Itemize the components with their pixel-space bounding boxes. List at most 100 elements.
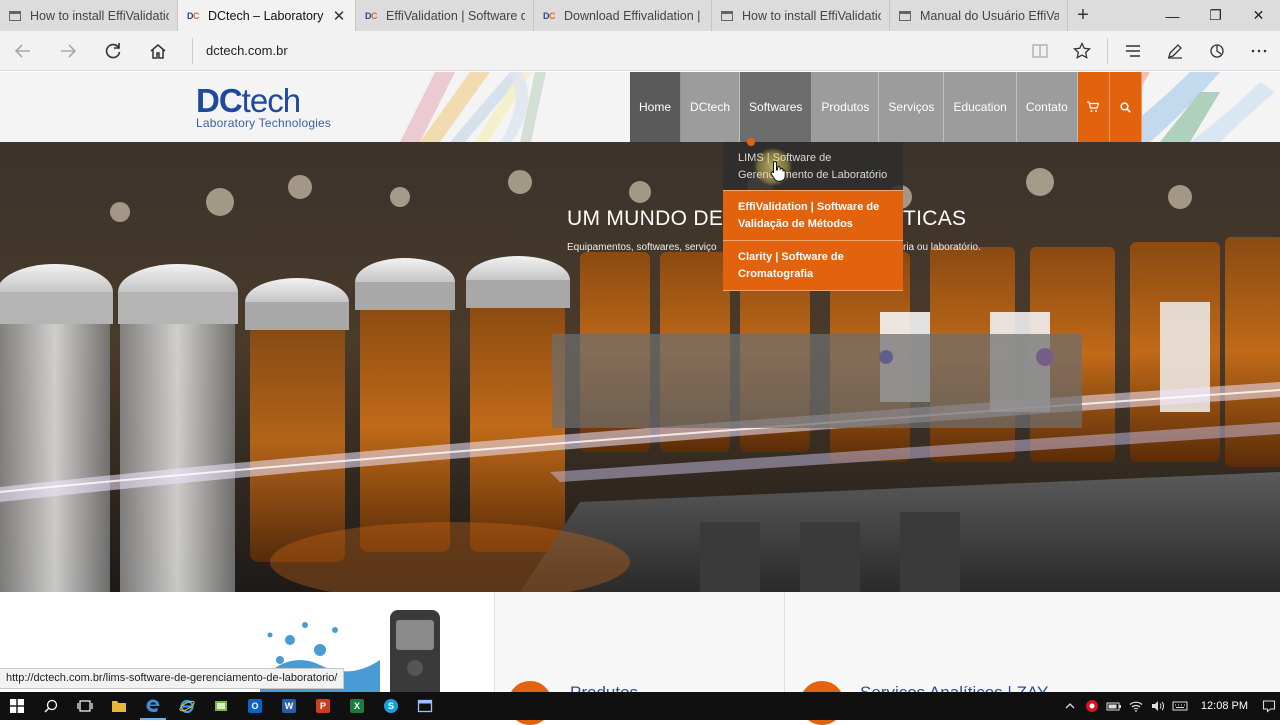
system-tray: 12:08 PM: [1059, 692, 1280, 720]
task-view-button[interactable]: [68, 692, 102, 720]
softwares-dropdown-menu: LIMS | Software de Gerenciamento de Labo…: [723, 138, 903, 291]
dctech-favicon-icon: DC: [543, 10, 556, 21]
tray-volume[interactable]: [1147, 700, 1169, 712]
taskbar-file-explorer[interactable]: [102, 692, 136, 720]
taskbar-app-window[interactable]: [408, 692, 442, 720]
tray-keyboard[interactable]: [1169, 700, 1191, 712]
taskbar-search-button[interactable]: [34, 692, 68, 720]
taskbar-clock[interactable]: 12:08 PM: [1191, 700, 1258, 712]
application-window-icon: [417, 699, 433, 713]
home-button[interactable]: [135, 31, 180, 71]
tab-title: Download Effivalidation | I: [564, 8, 703, 23]
close-window-button[interactable]: ✕: [1237, 0, 1280, 31]
browser-tab-active[interactable]: DC DCtech – Laboratory T ✕: [178, 0, 356, 31]
browser-tab[interactable]: DC EffiValidation | Software de: [356, 0, 534, 31]
browser-tab[interactable]: Manual do Usuário EffiVali: [890, 0, 1068, 31]
action-center-button[interactable]: [1258, 699, 1280, 713]
back-button[interactable]: [0, 31, 45, 71]
word-icon: W: [282, 699, 296, 713]
dctech-favicon-icon: DC: [365, 10, 378, 21]
share-button[interactable]: [1196, 42, 1238, 60]
outlook-icon: O: [248, 699, 262, 713]
search-button[interactable]: [1109, 72, 1142, 142]
nav-produtos[interactable]: Produtos: [812, 72, 880, 142]
home-icon: [150, 43, 165, 59]
hero-title-left: UM MUNDO DE: [567, 207, 724, 230]
taskbar-app[interactable]: [204, 692, 238, 720]
taskbar-powerpoint[interactable]: P: [306, 692, 340, 720]
internet-explorer-icon: [179, 699, 195, 714]
main-navigation: Home DCtech Softwares Produtos Serviços …: [630, 72, 1142, 142]
menu-item-lims[interactable]: LIMS | Software de Gerenciamento de Labo…: [723, 142, 903, 191]
windows-taskbar: O W P X S 12:08 PM: [0, 692, 1280, 720]
taskbar-word[interactable]: W: [272, 692, 306, 720]
close-tab-icon[interactable]: ✕: [331, 7, 347, 25]
reading-view-button[interactable]: [1019, 42, 1061, 60]
toolbar-separator: [1107, 37, 1108, 64]
battery-icon: [1106, 702, 1121, 711]
tab-title: DCtech – Laboratory T: [208, 8, 327, 23]
taskbar-excel[interactable]: X: [340, 692, 374, 720]
hero-title-right: TICAS: [903, 207, 967, 230]
taskbar-edge[interactable]: [136, 692, 170, 720]
beats-icon: [1085, 700, 1098, 712]
nav-education[interactable]: Education: [944, 72, 1017, 142]
logo-wordmark: DCtech: [196, 82, 301, 119]
refresh-icon: [105, 42, 120, 58]
windows-logo-icon: [10, 699, 24, 713]
more-button[interactable]: [1238, 42, 1280, 60]
task-view-icon: [77, 700, 93, 712]
taskbar-skype[interactable]: S: [374, 692, 408, 720]
chevron-up-icon: [1065, 703, 1075, 709]
browser-tab[interactable]: How to install EffiValidatio: [0, 0, 178, 31]
maximize-button[interactable]: ❐: [1194, 0, 1237, 31]
star-icon: [1073, 41, 1091, 59]
tray-network[interactable]: [1125, 700, 1147, 712]
show-hidden-icons-button[interactable]: [1059, 701, 1081, 711]
browser-tab[interactable]: How to install EffiValidatio: [712, 0, 890, 31]
new-tab-button[interactable]: +: [1068, 0, 1098, 31]
search-icon: [44, 699, 58, 713]
refresh-button[interactable]: [90, 31, 135, 71]
cart-icon: [1087, 101, 1100, 112]
keyboard-icon: [1172, 701, 1188, 711]
forward-button[interactable]: [45, 31, 90, 71]
menu-item-effivalidation[interactable]: EffiValidation | Software de Validação d…: [723, 191, 903, 241]
hub-icon: [1126, 44, 1140, 57]
status-bar-url: http://dctech.com.br/lims-software-de-ge…: [0, 668, 345, 689]
url-field[interactable]: dctech.com.br: [192, 37, 1019, 64]
start-button[interactable]: [0, 692, 34, 720]
nav-softwares[interactable]: Softwares: [740, 72, 813, 142]
dctech-logo[interactable]: DCtech Laboratory Technologies: [196, 84, 346, 134]
edge-icon: [146, 699, 160, 713]
taskbar-internet-explorer[interactable]: [170, 692, 204, 720]
excel-icon: X: [350, 699, 364, 713]
nav-contato[interactable]: Contato: [1016, 72, 1078, 142]
installer-app-icon: [215, 701, 227, 711]
nav-home[interactable]: Home: [630, 72, 682, 142]
minimize-button[interactable]: —: [1151, 0, 1194, 31]
tab-title: How to install EffiValidatio: [30, 8, 169, 23]
browser-tab[interactable]: DC Download Effivalidation | I: [534, 0, 712, 31]
hand-cursor-icon: [770, 160, 786, 182]
produtos-panel: Produtos: [495, 592, 785, 725]
taskbar-outlook[interactable]: O: [238, 692, 272, 720]
nav-servicos[interactable]: Serviços: [879, 72, 945, 142]
page-icon: [8, 9, 22, 23]
back-arrow-icon: [14, 43, 30, 58]
tray-battery[interactable]: [1103, 700, 1125, 712]
hero-subtitle-left: Equipamentos, softwares, serviço: [567, 242, 717, 253]
logo-tagline: Laboratory Technologies: [196, 116, 332, 130]
powerpoint-icon: P: [316, 699, 330, 713]
nav-dctech[interactable]: DCtech: [681, 72, 741, 142]
share-icon: [1210, 43, 1224, 58]
cart-button[interactable]: [1077, 72, 1110, 142]
page-icon: [720, 9, 734, 23]
pen-note-icon: [1168, 43, 1182, 59]
wifi-icon: [1129, 701, 1143, 712]
tray-app[interactable]: [1081, 699, 1103, 713]
web-note-button[interactable]: [1154, 42, 1196, 60]
hub-button[interactable]: [1112, 42, 1154, 60]
favorite-button[interactable]: [1061, 41, 1103, 60]
menu-item-clarity[interactable]: Clarity | Software de Cromatografia: [723, 241, 903, 291]
